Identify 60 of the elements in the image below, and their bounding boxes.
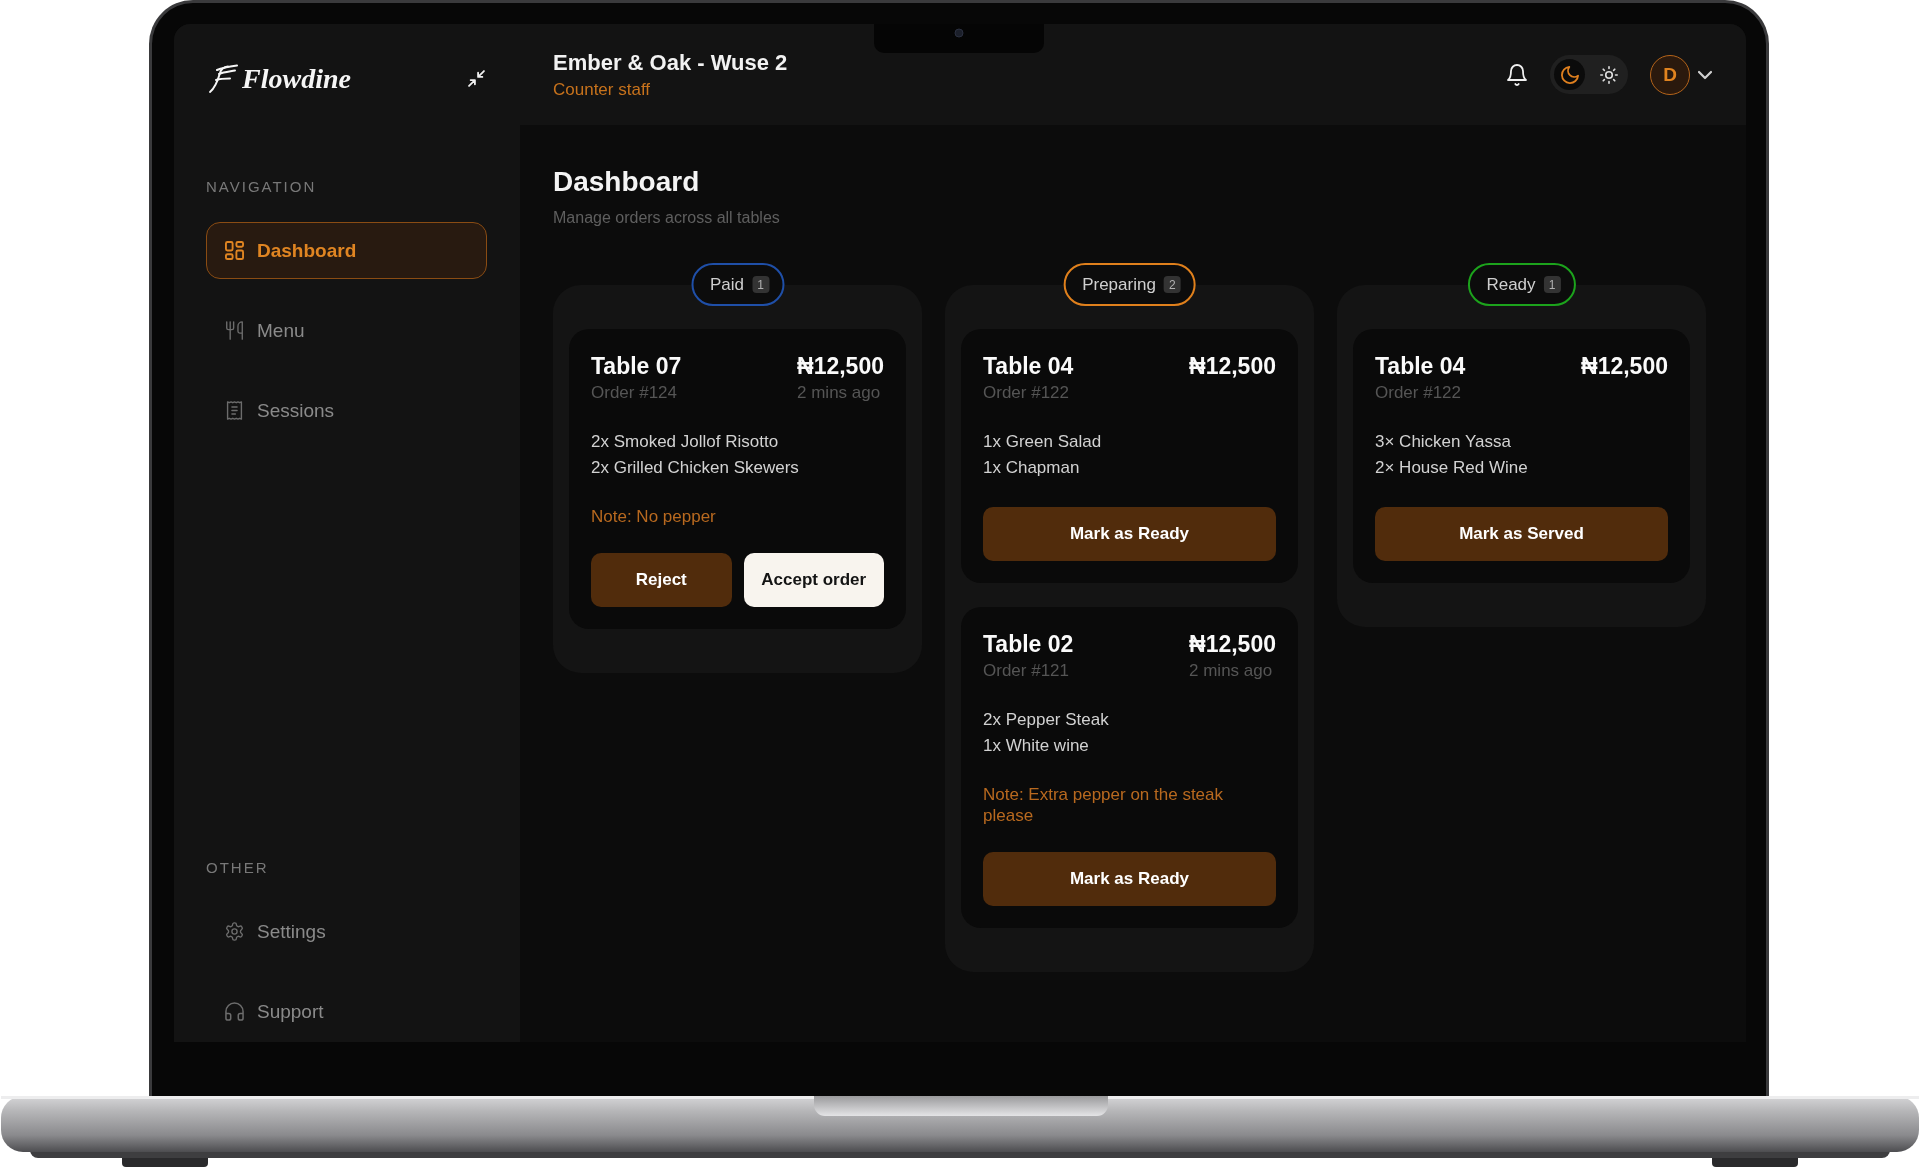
- order-number: Order #121: [983, 660, 1069, 682]
- table-name: Table 04: [1375, 352, 1466, 380]
- nav-item[interactable]: Sessions: [206, 382, 487, 439]
- order-note: Note: Extra pepper on the steak please: [983, 784, 1225, 826]
- receipt-icon: [225, 401, 244, 420]
- section-heading: OTHER: [206, 859, 269, 877]
- order-number: Order #122: [1375, 382, 1461, 404]
- nav-item[interactable]: Support: [206, 983, 487, 1040]
- fork-knife-icon: [225, 321, 244, 340]
- order-time: 2 mins ago: [1189, 660, 1273, 682]
- order-note: Note: No pepper: [591, 506, 717, 527]
- theme-option[interactable]: [1554, 59, 1585, 90]
- bell-icon[interactable]: [1506, 63, 1528, 86]
- order-item: 2x Pepper Steak: [983, 709, 1109, 731]
- table-name: Table 02: [983, 630, 1074, 658]
- order-count: 1: [1543, 276, 1561, 293]
- order-time: 2 mins ago: [797, 382, 881, 404]
- page-title: Dashboard: [553, 165, 700, 199]
- theme-toggle[interactable]: [1550, 55, 1628, 94]
- order-item: 2× House Red Wine: [1375, 457, 1528, 479]
- table-name: Table 07: [591, 352, 682, 380]
- logo-icon: [206, 63, 238, 94]
- reject-button[interactable]: Reject: [591, 553, 732, 607]
- status-label: Preparing: [1082, 274, 1156, 295]
- order-item: 2x Smoked Jollof Risotto: [591, 431, 779, 453]
- moon-icon: [1560, 65, 1579, 84]
- order-total: ₦12,500: [797, 352, 884, 380]
- order-item: 2x Grilled Chicken Skewers: [591, 457, 799, 479]
- order-count: 1: [752, 276, 769, 293]
- dashboard-grid-icon: [225, 241, 244, 260]
- order-number: Order #124: [591, 382, 677, 404]
- order-item: 3× Chicken Yassa: [1375, 431, 1511, 453]
- order-total: ₦12,500: [1189, 352, 1276, 380]
- headset-icon: [225, 1002, 244, 1021]
- avatar[interactable]: D: [1650, 54, 1690, 95]
- status-label: Paid: [710, 274, 744, 295]
- nav-item[interactable]: Dashboard: [206, 222, 487, 279]
- staff-role: Counter staff: [553, 78, 651, 101]
- accept-order-button[interactable]: Accept order: [743, 553, 884, 607]
- section-heading: NAVIGATION: [206, 178, 317, 196]
- order-total: ₦12,500: [1189, 630, 1276, 658]
- mark-served-button[interactable]: Mark as Served: [1375, 507, 1668, 561]
- order-total: ₦12,500: [1581, 352, 1668, 380]
- venue-name: Ember & Oak - Wuse 2: [553, 48, 788, 77]
- nav-item[interactable]: Settings: [206, 903, 487, 960]
- table-name: Table 04: [983, 352, 1074, 380]
- nav-item[interactable]: Menu: [206, 302, 487, 359]
- status-label: Ready: [1486, 274, 1536, 295]
- settings-icon: [225, 922, 244, 941]
- mark-ready-button[interactable]: Mark as Ready: [983, 852, 1276, 906]
- collapse-icon[interactable]: [468, 70, 485, 87]
- page-subtitle: Manage orders across all tables: [553, 208, 781, 228]
- order-number: Order #122: [983, 382, 1069, 404]
- order-count: 2: [1163, 276, 1181, 293]
- order-item: 1x White wine: [983, 735, 1089, 757]
- order-item: 1x Chapman: [983, 457, 1080, 479]
- mark-ready-button[interactable]: Mark as Ready: [983, 507, 1276, 561]
- order-item: 1x Green Salad: [983, 431, 1102, 453]
- sun-icon: [1599, 65, 1618, 84]
- brand-name: Flowdine: [242, 61, 351, 96]
